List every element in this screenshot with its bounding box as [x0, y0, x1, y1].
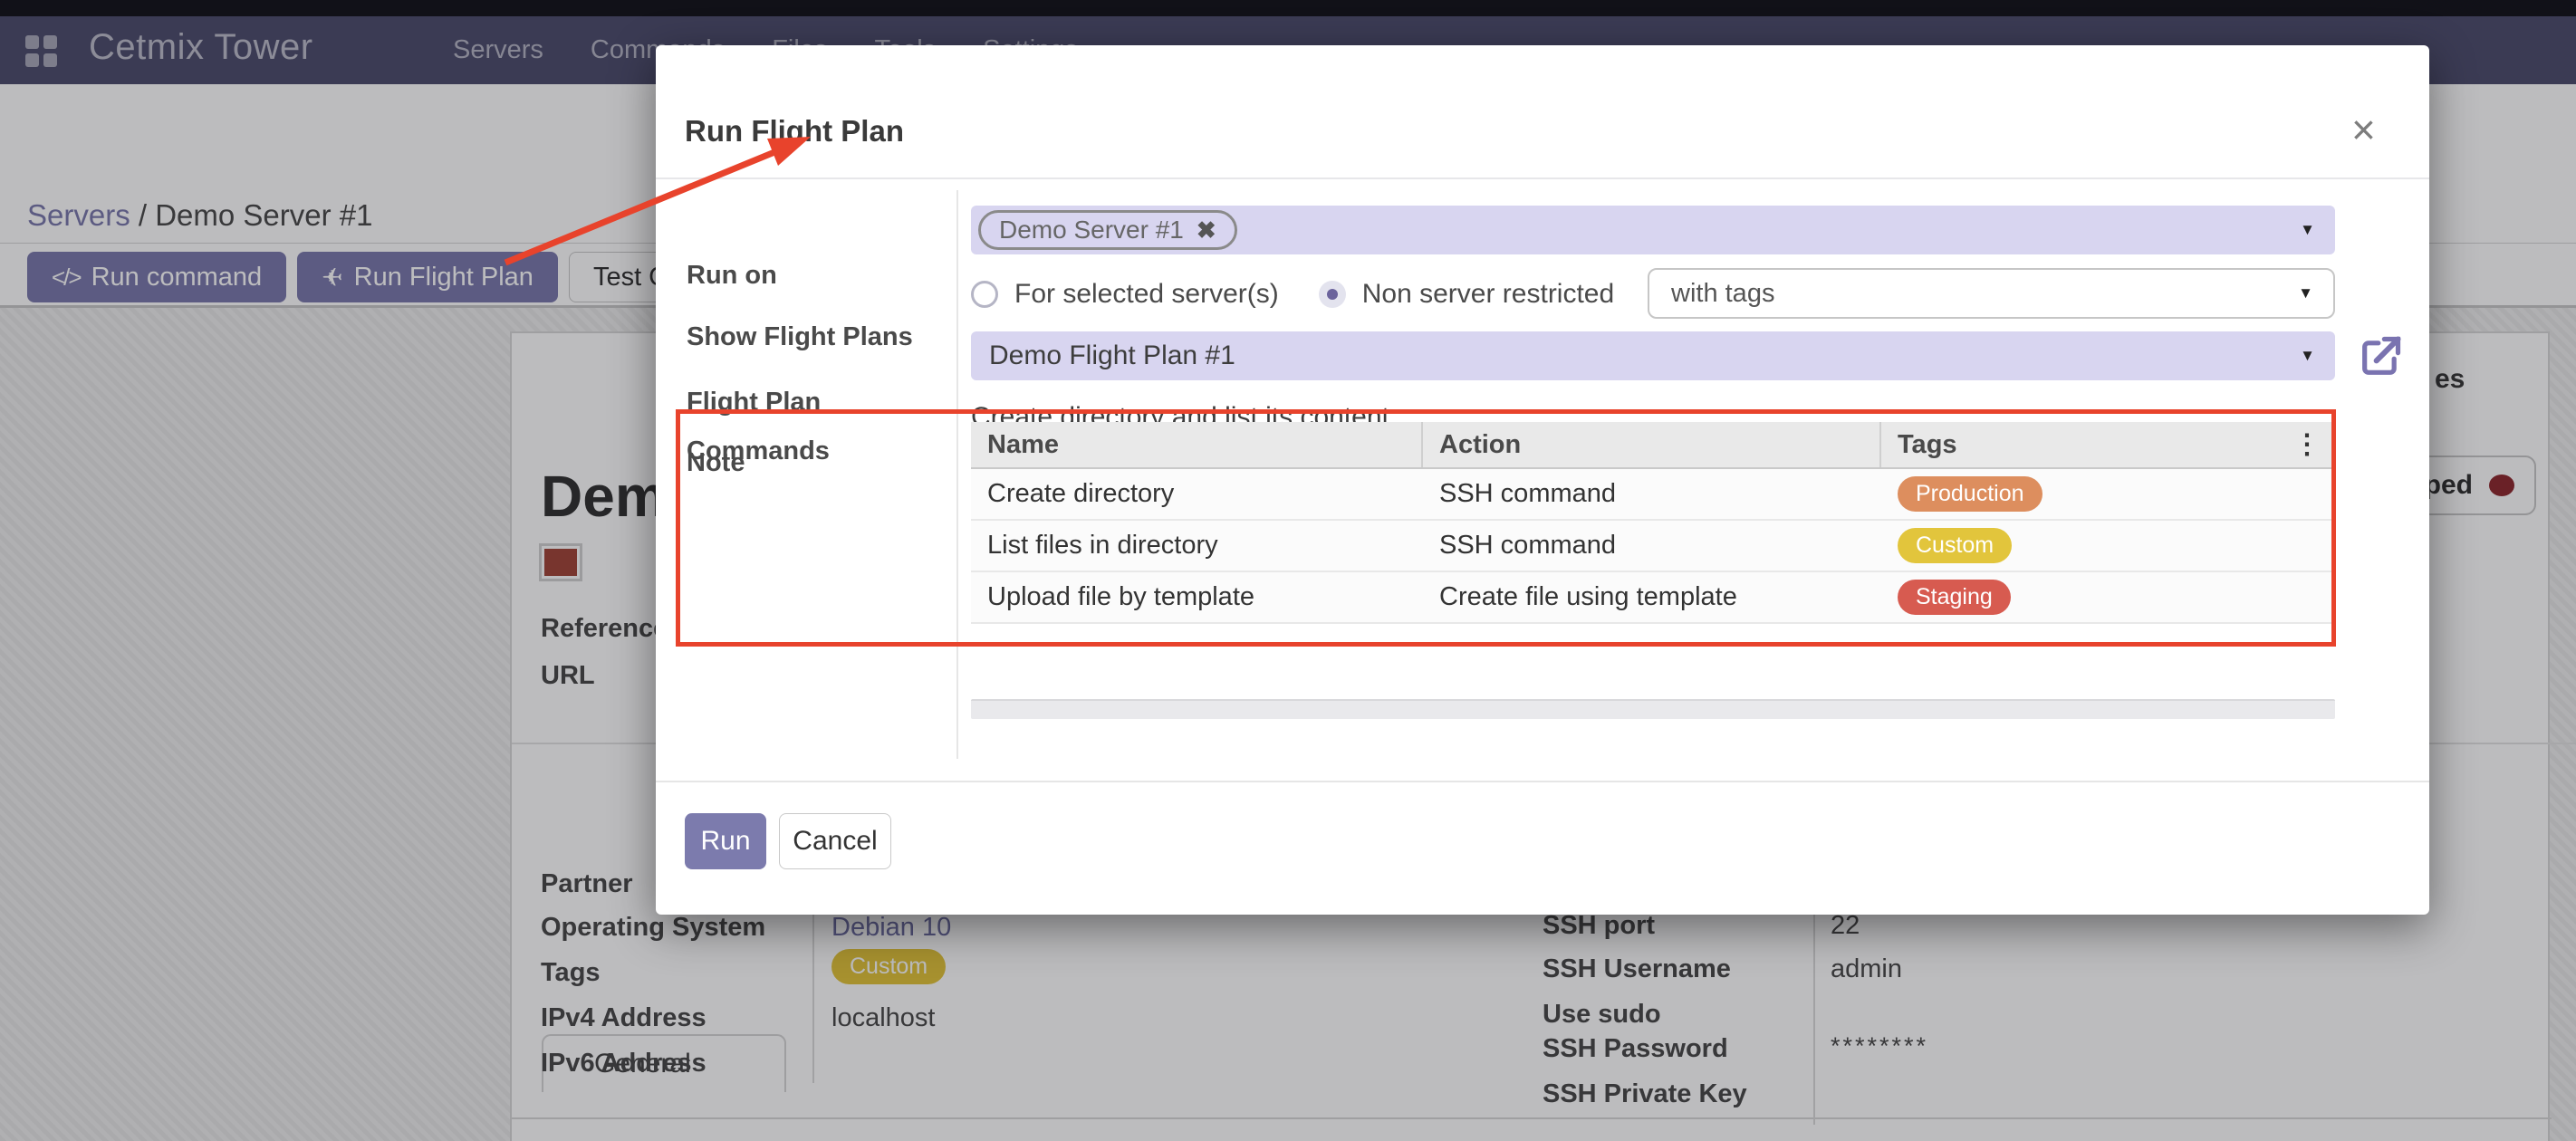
server-tag-chip[interactable]: Demo Server #1 ✖ [978, 210, 1237, 250]
run-on-field[interactable]: Demo Server #1 ✖ ▼ [971, 206, 2335, 254]
screen: Cetmix Tower Servers Commands Files Tool… [0, 0, 2576, 1141]
remove-tag-icon[interactable]: ✖ [1197, 216, 1216, 244]
caret-down-icon: ▼ [2298, 284, 2313, 302]
run-on-label: Run on [687, 261, 777, 291]
radio-non-restricted-label[interactable]: Non server restricted [1362, 279, 1614, 310]
radio-selected-servers-label[interactable]: For selected server(s) [1014, 279, 1279, 310]
cancel-button[interactable]: Cancel [779, 813, 891, 869]
caret-down-icon[interactable]: ▼ [2300, 347, 2315, 365]
run-button[interactable]: Run [685, 813, 766, 869]
modal-header-divider [656, 177, 2429, 179]
tags-filter-select[interactable]: with tags ▼ [1648, 268, 2335, 319]
annotation-rectangle [676, 409, 2336, 647]
radio-non-restricted[interactable] [1319, 281, 1346, 308]
modal-footer-divider [656, 781, 2429, 782]
modal-title: Run Flight Plan [685, 114, 904, 149]
radio-selected-servers[interactable] [971, 281, 998, 308]
close-icon[interactable]: × [2351, 109, 2376, 150]
show-flight-plans-label: Show Flight Plans [687, 322, 913, 352]
flight-plan-scope-radios: For selected server(s) Non server restri… [971, 279, 1614, 310]
external-link-icon[interactable] [2357, 333, 2404, 380]
table-horizontal-scrollbar[interactable] [971, 699, 2335, 719]
flight-plan-field[interactable]: Demo Flight Plan #1 ▼ [971, 331, 2335, 380]
caret-down-icon[interactable]: ▼ [2300, 221, 2315, 239]
